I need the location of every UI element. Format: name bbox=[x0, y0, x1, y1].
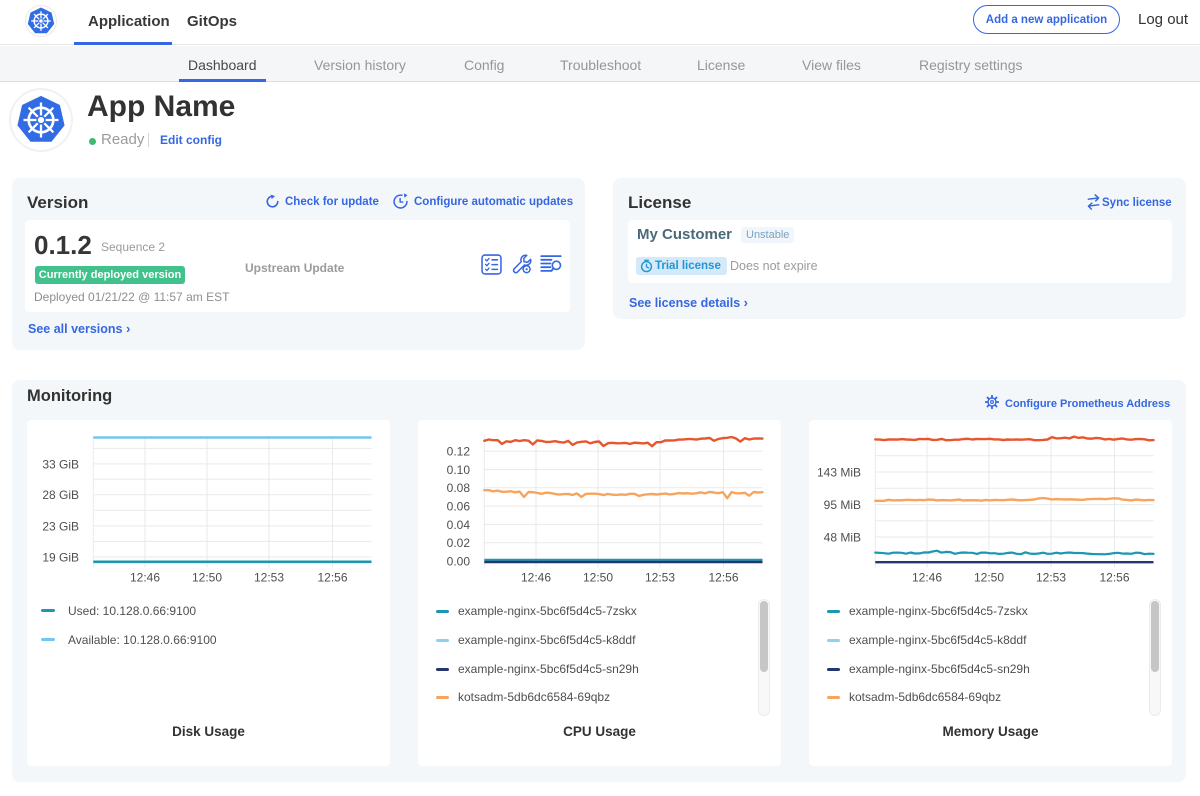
svg-text:12:50: 12:50 bbox=[583, 571, 613, 585]
svg-text:12:56: 12:56 bbox=[1099, 571, 1129, 585]
svg-text:28 GiB: 28 GiB bbox=[42, 488, 79, 502]
svg-text:0.02: 0.02 bbox=[447, 536, 471, 550]
svg-text:12:53: 12:53 bbox=[645, 571, 675, 585]
svg-text:12:50: 12:50 bbox=[974, 571, 1004, 585]
svg-text:12:56: 12:56 bbox=[708, 571, 738, 585]
svg-text:12:46: 12:46 bbox=[130, 571, 160, 585]
svg-text:0.08: 0.08 bbox=[447, 481, 471, 495]
svg-text:95 MiB: 95 MiB bbox=[824, 498, 861, 512]
svg-text:0.00: 0.00 bbox=[447, 554, 471, 568]
svg-text:12:46: 12:46 bbox=[912, 571, 942, 585]
svg-text:0.12: 0.12 bbox=[447, 445, 471, 459]
svg-text:12:56: 12:56 bbox=[317, 571, 347, 585]
svg-text:143 MiB: 143 MiB bbox=[817, 465, 861, 479]
svg-text:0.06: 0.06 bbox=[447, 500, 471, 514]
svg-text:33 GiB: 33 GiB bbox=[42, 457, 79, 471]
svg-text:23 GiB: 23 GiB bbox=[42, 519, 79, 533]
svg-text:12:53: 12:53 bbox=[1036, 571, 1066, 585]
svg-text:19 GiB: 19 GiB bbox=[42, 550, 79, 564]
svg-text:12:53: 12:53 bbox=[254, 571, 284, 585]
svg-text:0.10: 0.10 bbox=[447, 463, 471, 477]
svg-text:48 MiB: 48 MiB bbox=[824, 530, 861, 544]
svg-text:0.04: 0.04 bbox=[447, 518, 471, 532]
svg-text:12:50: 12:50 bbox=[192, 571, 222, 585]
svg-text:12:46: 12:46 bbox=[521, 571, 551, 585]
